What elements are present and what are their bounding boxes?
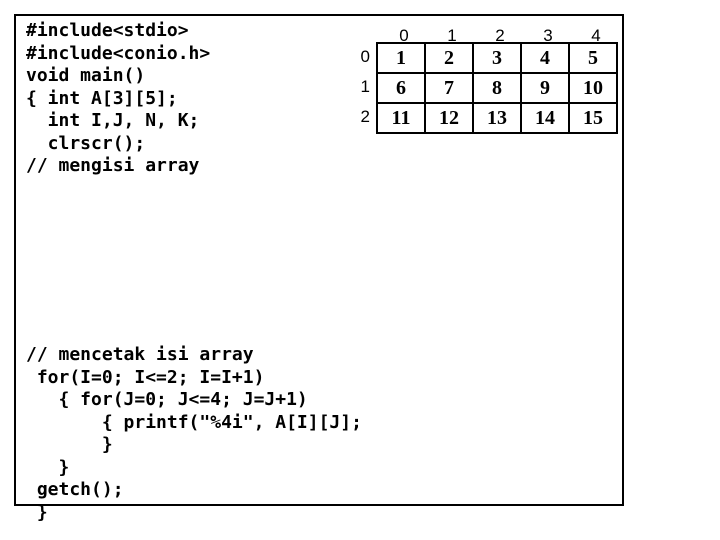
row-header: 1 [338,72,370,102]
table-row: 6 7 8 9 10 [377,73,617,103]
slide-frame: #include<stdio> #include<conio.h> void m… [14,14,624,506]
table-row: 11 12 13 14 15 [377,103,617,133]
row-header: 2 [338,102,370,132]
cell: 5 [569,43,617,73]
cell: 11 [377,103,425,133]
table-row: 1 2 3 4 5 [377,43,617,73]
array-table: 1 2 3 4 5 6 7 8 9 10 11 12 13 14 [376,42,618,134]
row-header: 0 [338,42,370,72]
cell: 15 [569,103,617,133]
cell: 9 [521,73,569,103]
cell: 4 [521,43,569,73]
cell: 7 [425,73,473,103]
row-headers: 0 1 2 [338,42,370,134]
cell: 6 [377,73,425,103]
cell: 1 [377,43,425,73]
code-block-top: #include<stdio> #include<conio.h> void m… [26,20,210,178]
cell: 2 [425,43,473,73]
cell: 8 [473,73,521,103]
array-visual: 0 1 2 3 4 0 1 2 1 2 3 4 5 6 [338,26,620,134]
cell: 10 [569,73,617,103]
cell: 12 [425,103,473,133]
cell: 13 [473,103,521,133]
code-block-bottom: // mencetak isi array for(I=0; I<=2; I=I… [26,344,362,524]
cell: 3 [473,43,521,73]
cell: 14 [521,103,569,133]
